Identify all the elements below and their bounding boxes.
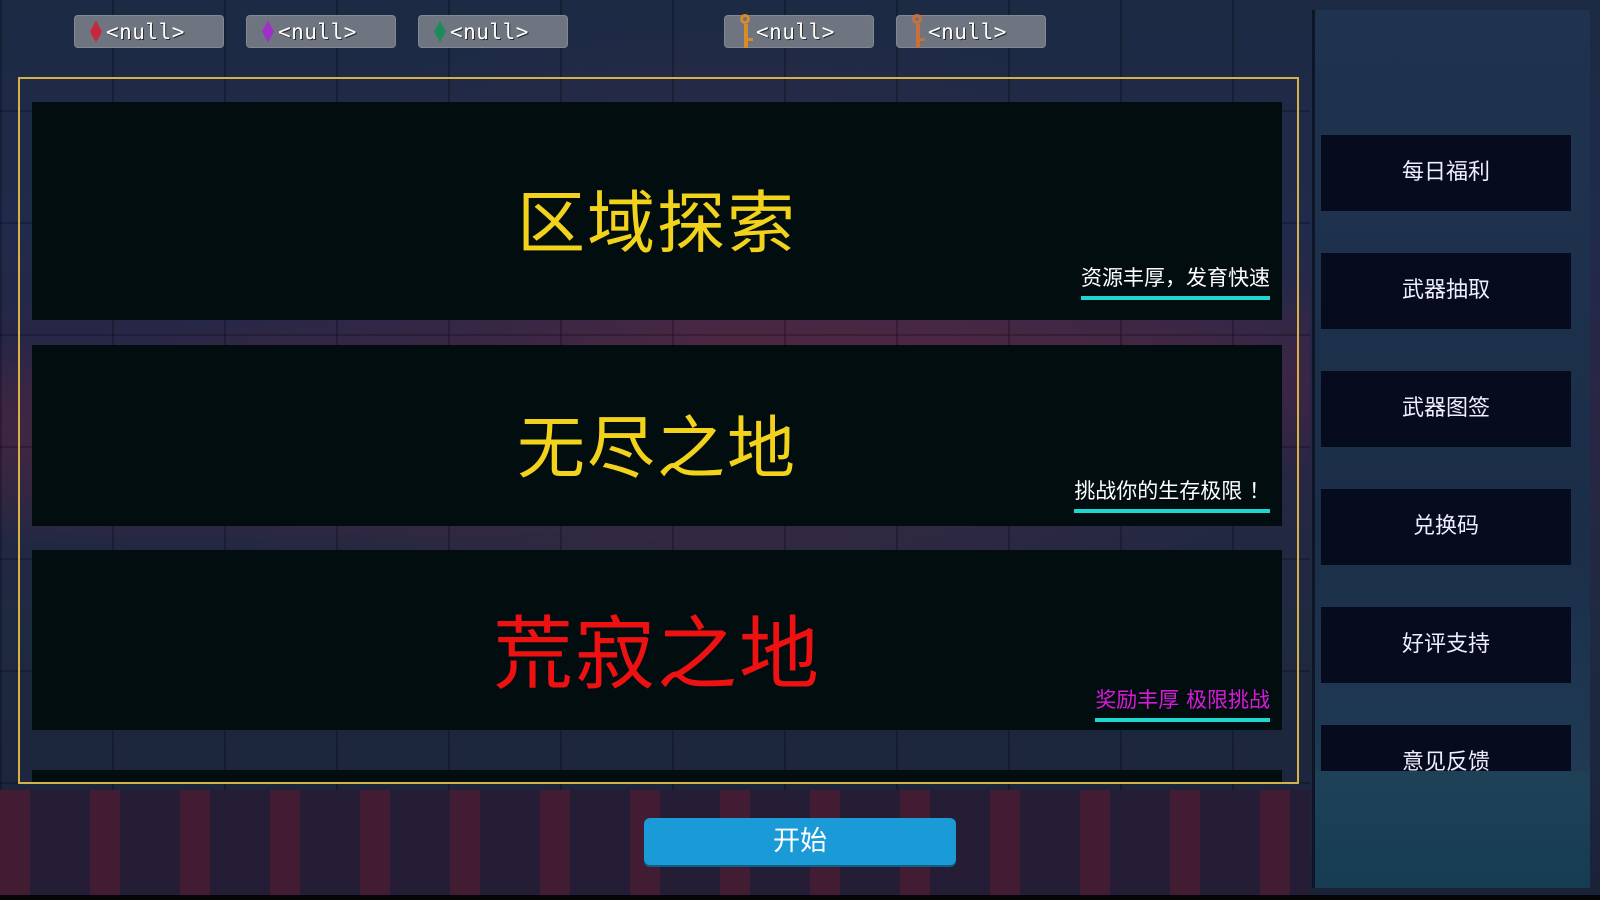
sidebar-item-redeem-code[interactable]: 兑换码 (1321, 489, 1571, 565)
mode-subtitle: 挑战你的生存极限 ！ (1074, 475, 1270, 513)
mode-subtitle: 资源丰厚，发育快速 (1081, 262, 1270, 300)
sidebar-list[interactable]: 每日福利 武器抽取 武器图签 兑换码 好评支持 意见反馈 (1321, 135, 1571, 771)
resource-purple-gem: <null> (246, 15, 396, 48)
sidebar-item-weapon-codex[interactable]: 武器图签 (1321, 371, 1571, 447)
mode-card-endless-land[interactable]: 无尽之地 挑战你的生存极限 ！ (32, 345, 1282, 526)
mode-card-region-explore[interactable]: 区域探索 资源丰厚，发育快速 (32, 102, 1282, 320)
resource-gold-key: <null> (724, 13, 874, 48)
mode-card-desolate-land[interactable]: 荒寂之地 奖励丰厚 极限挑战 (32, 550, 1282, 730)
sidebar-item-rate-support[interactable]: 好评支持 (1321, 607, 1571, 683)
resource-value: <null> (278, 19, 357, 44)
sidebar-item-weapon-draw[interactable]: 武器抽取 (1321, 253, 1571, 329)
sidebar: 每日福利 武器抽取 武器图签 兑换码 好评支持 意见反馈 (1312, 10, 1590, 888)
green-gem-icon (432, 18, 448, 46)
resource-green-gem: <null> (418, 15, 568, 48)
resource-value: <null> (928, 19, 1007, 44)
start-button[interactable]: 开始 (644, 818, 956, 865)
sidebar-item-daily-bonus[interactable]: 每日福利 (1321, 135, 1571, 211)
mode-title: 区域探索 (516, 185, 797, 264)
red-gem-icon (88, 18, 104, 46)
resource-copper-key: <null> (896, 13, 1046, 48)
mode-select-panel: 区域探索 资源丰厚，发育快速 无尽之地 挑战你的生存极限 ！ 荒寂之地 奖励丰厚… (18, 77, 1299, 784)
mode-card-partial[interactable] (32, 770, 1282, 782)
sidebar-item-feedback[interactable]: 意见反馈 (1321, 725, 1571, 771)
resource-value: <null> (756, 19, 835, 44)
gold-key-icon (738, 13, 754, 48)
resource-value: <null> (106, 19, 185, 44)
resource-red-gem: <null> (74, 15, 224, 48)
mode-subtitle: 奖励丰厚 极限挑战 (1095, 684, 1270, 722)
purple-gem-icon (260, 18, 276, 46)
copper-key-icon (910, 13, 926, 48)
resource-value: <null> (450, 19, 529, 44)
bottom-border (0, 895, 1600, 900)
sidebar-footer (1315, 771, 1590, 888)
